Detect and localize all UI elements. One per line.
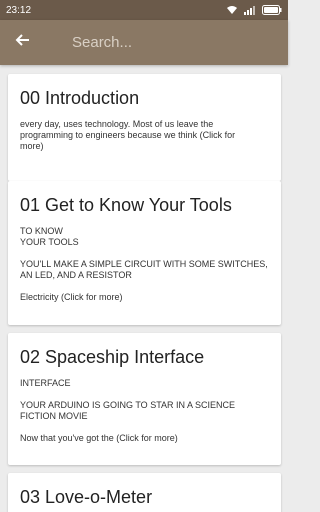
card-title: 02 Spaceship Interface (20, 347, 205, 367)
card-text: more) (20, 141, 44, 151)
status-icons (226, 5, 282, 15)
card-title: 00 Introduction (20, 88, 140, 108)
status-time: 23:12 (6, 4, 32, 16)
card-text: Now that you've got the (Click for more) (20, 433, 178, 443)
card-title: 03 Love-o-Meter (20, 487, 153, 507)
search-input[interactable] (70, 33, 274, 52)
card-text: TO KNOW (20, 226, 63, 236)
app-bar (0, 20, 288, 65)
card-text: FICTION MOVIE (20, 411, 88, 421)
arrow-left-icon (14, 32, 30, 53)
topic-card-tools[interactable]: 01 Get to Know Your Tools TO KNOW YOUR T… (8, 181, 281, 325)
wifi-icon (226, 5, 238, 15)
topic-card-love-o-meter[interactable]: 03 Love-o-Meter (8, 473, 281, 512)
topic-card-spaceship[interactable]: 02 Spaceship Interface INTERFACE YOUR AR… (8, 333, 281, 465)
topic-list: 00 Introduction every day, uses technolo… (0, 65, 288, 512)
card-text: YOU'LL MAKE A SIMPLE CIRCUIT WITH SOME S… (20, 259, 268, 269)
back-button[interactable] (0, 20, 44, 65)
card-text: AN LED, AND A RESISTOR (20, 270, 132, 280)
status-bar: 23:12 (0, 0, 288, 20)
card-text: Electricity (Click for more) (20, 292, 123, 302)
signal-icon (244, 5, 256, 15)
card-text: INTERFACE (20, 378, 71, 388)
card-text: YOUR ARDUINO IS GOING TO STAR IN A SCIEN… (20, 400, 236, 410)
battery-icon (262, 5, 282, 15)
card-text: every day, uses technology. Most of us l… (20, 119, 214, 129)
card-text: YOUR TOOLS (20, 237, 79, 247)
card-text: programming to engineers because we thin… (20, 130, 236, 140)
card-title: 01 Get to Know Your Tools (20, 195, 232, 215)
topic-card-introduction[interactable]: 00 Introduction every day, uses technolo… (8, 74, 281, 181)
